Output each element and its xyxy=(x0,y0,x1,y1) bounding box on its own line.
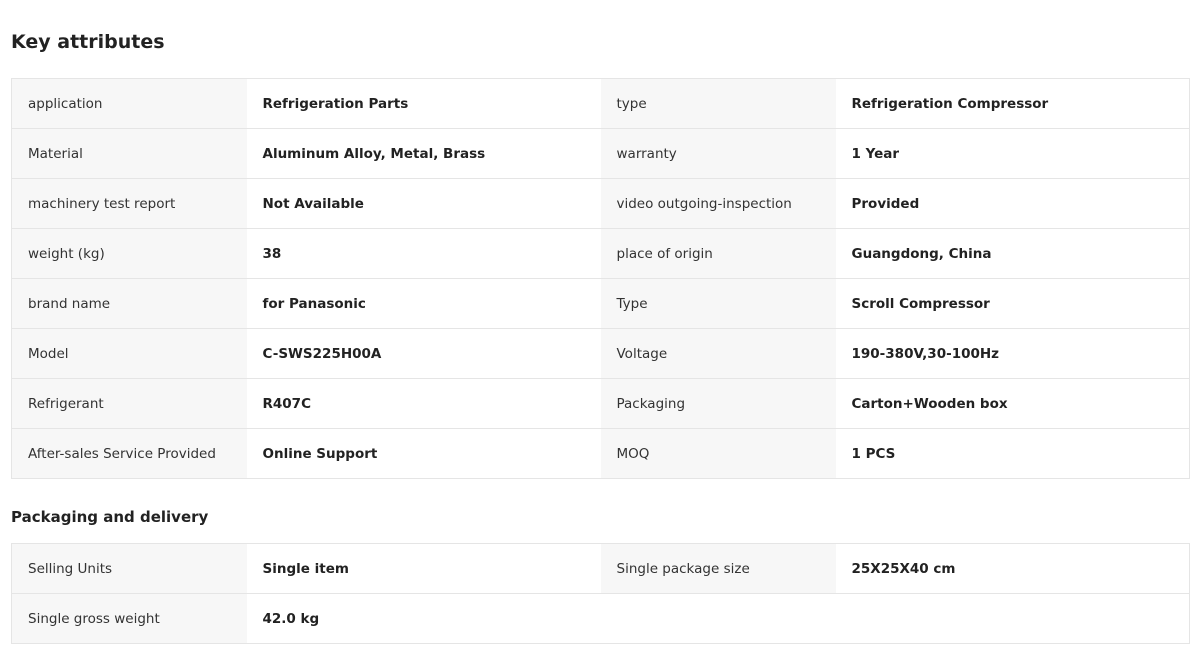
attribute-value: Aluminum Alloy, Metal, Brass xyxy=(246,128,601,179)
attribute-label: MOQ xyxy=(600,428,836,479)
attribute-label: video outgoing-inspection xyxy=(600,178,836,229)
attribute-label: Single package size xyxy=(600,543,836,594)
attribute-value: Provided xyxy=(835,178,1190,229)
attribute-value: Refrigeration Parts xyxy=(246,78,601,129)
table-row: After-sales Service Provided Online Supp… xyxy=(11,428,1190,479)
table-row: machinery test report Not Available vide… xyxy=(11,178,1190,229)
attribute-value: 38 xyxy=(246,228,601,279)
attribute-label: After-sales Service Provided xyxy=(11,428,247,479)
table-row: Model C-SWS225H00A Voltage 190-380V,30-1… xyxy=(11,328,1190,379)
attribute-label: Packaging xyxy=(600,378,836,429)
attribute-value: for Panasonic xyxy=(246,278,601,329)
table-row: application Refrigeration Parts type Ref… xyxy=(11,78,1190,129)
attribute-label: place of origin xyxy=(600,228,836,279)
attribute-label: Voltage xyxy=(600,328,836,379)
table-row: Selling Units Single item Single package… xyxy=(11,543,1190,594)
attribute-value: R407C xyxy=(246,378,601,429)
attribute-label: Model xyxy=(11,328,247,379)
attribute-value: 25X25X40 cm xyxy=(835,543,1190,594)
attribute-label: Material xyxy=(11,128,247,179)
key-attributes-heading: Key attributes xyxy=(11,31,165,53)
table-row: brand name for Panasonic Type Scroll Com… xyxy=(11,278,1190,329)
attribute-label: machinery test report xyxy=(11,178,247,229)
attribute-value: Guangdong, China xyxy=(835,228,1190,279)
attribute-label: Selling Units xyxy=(11,543,247,594)
attribute-label: weight (kg) xyxy=(11,228,247,279)
attribute-value: Refrigeration Compressor xyxy=(835,78,1190,129)
packaging-delivery-table: Selling Units Single item Single package… xyxy=(11,543,1190,644)
attribute-label: Refrigerant xyxy=(11,378,247,429)
attribute-value: Single item xyxy=(246,543,601,594)
attribute-label: Single gross weight xyxy=(11,593,247,644)
table-row: Refrigerant R407C Packaging Carton+Woode… xyxy=(11,378,1190,429)
attribute-label: Type xyxy=(600,278,836,329)
attribute-value: 1 PCS xyxy=(835,428,1190,479)
table-row: weight (kg) 38 place of origin Guangdong… xyxy=(11,228,1190,279)
table-row: Material Aluminum Alloy, Metal, Brass wa… xyxy=(11,128,1190,179)
table-row: Single gross weight 42.0 kg xyxy=(11,593,1190,644)
attribute-value: Not Available xyxy=(246,178,601,229)
attribute-label: brand name xyxy=(11,278,247,329)
attribute-label: application xyxy=(11,78,247,129)
key-attributes-table: application Refrigeration Parts type Ref… xyxy=(11,78,1190,479)
attribute-label: type xyxy=(600,78,836,129)
attribute-value: Carton+Wooden box xyxy=(835,378,1190,429)
attribute-value: Online Support xyxy=(246,428,601,479)
attribute-value: Scroll Compressor xyxy=(835,278,1190,329)
attribute-value: 190-380V,30-100Hz xyxy=(835,328,1190,379)
product-attributes-page: Key attributes application Refrigeration… xyxy=(0,0,1199,660)
attribute-label: warranty xyxy=(600,128,836,179)
attribute-value: C-SWS225H00A xyxy=(246,328,601,379)
packaging-delivery-heading: Packaging and delivery xyxy=(11,508,209,526)
attribute-value: 42.0 kg xyxy=(246,593,1190,644)
attribute-value: 1 Year xyxy=(835,128,1190,179)
